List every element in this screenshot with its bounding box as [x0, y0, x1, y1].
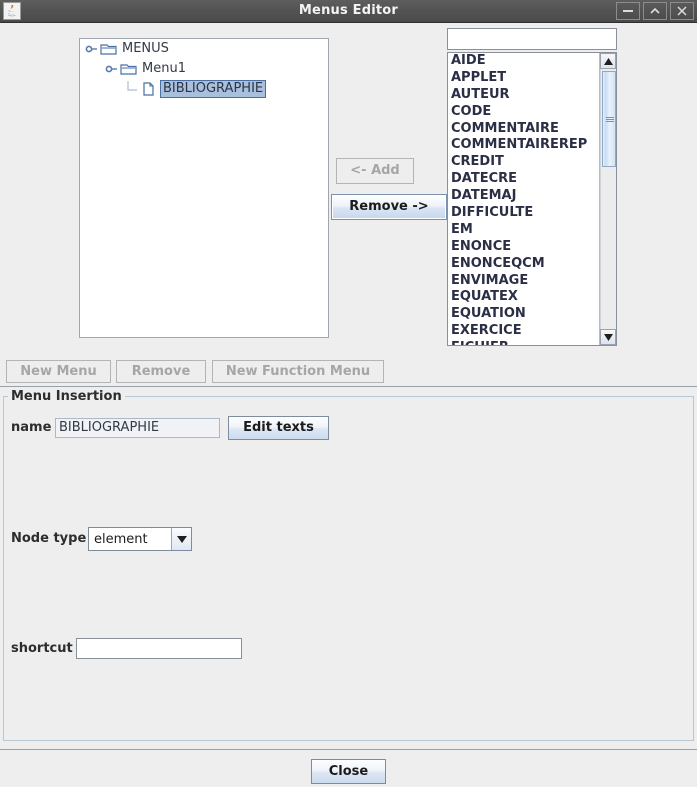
- list-item[interactable]: COMMENTAIRE: [451, 121, 599, 138]
- menus-editor-window: Menus Editor MENUS Menu1 BIBLIOGRAPHIE <…: [0, 0, 697, 787]
- node-type-select[interactable]: element: [88, 527, 192, 551]
- scrollbar-thumb[interactable]: [602, 71, 616, 167]
- tree-node-label: Menu1: [142, 61, 186, 76]
- list-item[interactable]: EXERCICE: [451, 323, 599, 340]
- node-type-value: element: [94, 531, 148, 547]
- tree-node-menu1[interactable]: Menu1: [80, 59, 328, 79]
- scroll-down-icon[interactable]: [600, 329, 616, 345]
- shortcut-label: shortcut: [11, 641, 73, 656]
- expand-handle-icon[interactable]: [84, 41, 100, 57]
- tree-node-bibliographie[interactable]: BIBLIOGRAPHIE: [80, 79, 328, 99]
- name-label: name: [11, 420, 52, 435]
- list-item[interactable]: ENVIMAGE: [451, 273, 599, 290]
- list-item[interactable]: APPLET: [451, 70, 599, 87]
- element-list-viewport[interactable]: AIDE APPLET AUTEUR CODE COMMENTAIRE COMMENTAI…: [448, 53, 599, 345]
- tree-elbow-icon: [124, 81, 140, 97]
- close-icon[interactable]: [670, 2, 694, 20]
- maximize-icon[interactable]: [643, 2, 667, 20]
- element-list[interactable]: AIDE APPLET AUTEUR CODE COMMENTAIRE COMMENTAI…: [447, 52, 617, 346]
- scroll-up-icon[interactable]: [600, 53, 616, 69]
- tree-node-label: MENUS: [122, 41, 169, 56]
- tree-node-menus[interactable]: MENUS: [80, 39, 328, 59]
- shortcut-input[interactable]: [76, 638, 242, 659]
- list-item[interactable]: AUTEUR: [451, 87, 599, 104]
- list-item[interactable]: DATECRE: [451, 171, 599, 188]
- list-item[interactable]: CREDIT: [451, 154, 599, 171]
- close-button[interactable]: Close: [311, 759, 386, 784]
- scrollbar-grip-icon: [606, 117, 614, 122]
- footer-divider: [0, 749, 697, 750]
- list-item[interactable]: EQUATION: [451, 306, 599, 323]
- node-type-label: Node type: [11, 531, 87, 546]
- element-filter-input[interactable]: [447, 28, 617, 50]
- document-icon: [140, 81, 158, 97]
- expand-handle-icon[interactable]: [104, 61, 120, 77]
- edit-texts-button[interactable]: Edit texts: [228, 416, 329, 440]
- list-item[interactable]: ENONCE: [451, 239, 599, 256]
- list-item[interactable]: CODE: [451, 104, 599, 121]
- scrollbar-track[interactable]: [600, 69, 616, 329]
- list-item[interactable]: DATEMAJ: [451, 188, 599, 205]
- name-input[interactable]: BIBLIOGRAPHIE: [55, 418, 220, 438]
- minimize-icon[interactable]: [616, 2, 640, 20]
- list-item[interactable]: AIDE: [451, 53, 599, 70]
- element-list-scrollbar[interactable]: [599, 53, 616, 345]
- list-item[interactable]: EM: [451, 222, 599, 239]
- list-item[interactable]: FICHIER: [451, 340, 599, 345]
- menu-insertion-panel: [3, 396, 694, 741]
- window-controls: [616, 2, 694, 20]
- window-titlebar: Menus Editor: [0, 0, 697, 23]
- new-menu-button[interactable]: New Menu: [6, 360, 111, 383]
- new-function-menu-button[interactable]: New Function Menu: [212, 360, 384, 383]
- add-button[interactable]: <- Add: [336, 158, 414, 184]
- chevron-down-icon[interactable]: [171, 528, 191, 550]
- tree-node-label: BIBLIOGRAPHIE: [160, 80, 267, 98]
- folder-icon: [120, 61, 138, 77]
- list-item[interactable]: EQUATEX: [451, 289, 599, 306]
- panel-divider: [0, 386, 697, 387]
- folder-icon: [100, 41, 118, 57]
- window-title: Menus Editor: [298, 3, 399, 18]
- remove-arrow-button[interactable]: Remove ->: [331, 194, 447, 220]
- remove-button[interactable]: Remove: [116, 360, 206, 383]
- menu-tree-panel[interactable]: MENUS Menu1 BIBLIOGRAPHIE: [79, 38, 329, 338]
- list-item[interactable]: ENONCEQCM: [451, 256, 599, 273]
- list-item[interactable]: COMMENTAIREREP: [451, 137, 599, 154]
- menu-insertion-title: Menu Insertion: [8, 389, 125, 404]
- list-item[interactable]: DIFFICULTE: [451, 205, 599, 222]
